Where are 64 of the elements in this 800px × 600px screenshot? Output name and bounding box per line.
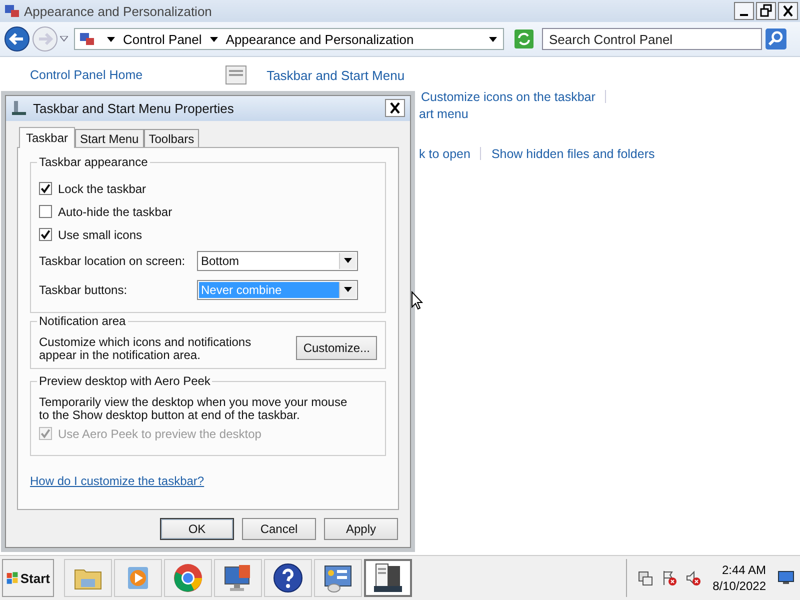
task-link[interactable]: Customize icons on the taskbar bbox=[421, 90, 596, 104]
checkbox[interactable] bbox=[39, 182, 52, 195]
dialog-button[interactable]: Cancel bbox=[242, 518, 316, 540]
category-link[interactable]: Taskbar and Start Menu bbox=[266, 68, 405, 82]
breadcrumb[interactable]: Appearance and Personalization bbox=[226, 32, 414, 46]
field-label: Taskbar location on screen: bbox=[39, 254, 186, 268]
dropdown-icon[interactable] bbox=[60, 36, 68, 42]
cursor-icon bbox=[411, 291, 423, 310]
dropdown[interactable]: Bottom bbox=[197, 250, 358, 270]
tab[interactable]: Taskbar bbox=[19, 127, 76, 148]
caret-icon[interactable] bbox=[344, 258, 352, 263]
close-icon[interactable] bbox=[778, 2, 798, 20]
sidebar-link[interactable]: Control Panel Home bbox=[30, 68, 143, 82]
taskbar-button[interactable] bbox=[264, 559, 312, 597]
back-icon[interactable] bbox=[4, 26, 30, 52]
search-icon[interactable] bbox=[765, 28, 787, 50]
help-link[interactable]: How do I customize the taskbar? bbox=[30, 474, 204, 488]
start-button[interactable]: Start bbox=[2, 559, 54, 597]
description-text: Temporarily view the desktop when you move your mouse to the Show desktop button at end of the taskbar. bbox=[39, 396, 348, 422]
restore-icon[interactable] bbox=[756, 2, 776, 20]
customize-button[interactable]: Customize... bbox=[296, 336, 377, 360]
checkbox-label: Auto-hide the taskbar bbox=[58, 204, 172, 218]
server-icon bbox=[372, 562, 404, 594]
caret-icon[interactable] bbox=[107, 36, 115, 42]
show-desktop-icon[interactable] bbox=[778, 571, 794, 585]
checkbox[interactable] bbox=[39, 205, 52, 218]
checkbox[interactable] bbox=[39, 228, 52, 241]
window-title: Appearance and Personalization bbox=[24, 4, 212, 18]
caret-icon[interactable] bbox=[344, 287, 352, 292]
tab[interactable]: Start Menu bbox=[75, 129, 144, 147]
group-title: Taskbar appearance bbox=[37, 155, 150, 169]
taskbar-button[interactable] bbox=[364, 559, 412, 597]
tab[interactable]: Toolbars bbox=[144, 129, 200, 147]
checkbox-label: Use Aero Peek to preview the desktop bbox=[58, 426, 262, 440]
task-link[interactable]: art menu bbox=[419, 106, 468, 120]
group-title: Preview desktop with Aero Peek bbox=[37, 374, 212, 388]
caret-icon[interactable] bbox=[210, 36, 218, 42]
minimize-icon[interactable] bbox=[734, 2, 754, 20]
refresh-icon[interactable] bbox=[514, 29, 534, 49]
speaker-muted-icon[interactable] bbox=[684, 570, 701, 586]
close-icon[interactable] bbox=[385, 99, 405, 117]
browser-icon bbox=[172, 562, 204, 594]
help-icon bbox=[272, 562, 304, 594]
task-link[interactable]: Show hidden files and folders bbox=[491, 146, 655, 160]
checkbox-label: Lock the taskbar bbox=[58, 182, 146, 196]
caret-icon[interactable] bbox=[489, 36, 497, 42]
search-field[interactable]: Search Control Panel bbox=[542, 28, 762, 50]
flag-icon[interactable] bbox=[660, 570, 677, 586]
dialog-button[interactable]: Apply bbox=[324, 518, 398, 540]
group-title: Notification area bbox=[37, 314, 128, 328]
field-label: Taskbar buttons: bbox=[39, 282, 128, 296]
task-link[interactable]: k to open bbox=[419, 146, 470, 160]
checkbox-label: Use small icons bbox=[58, 228, 142, 242]
description-text: Customize which icons and notifications appear in the notification area. bbox=[39, 336, 252, 362]
taskbar-button[interactable] bbox=[214, 559, 262, 597]
breadcrumb[interactable]: Control Panel bbox=[123, 32, 202, 46]
dialog-title: Taskbar and Start Menu Properties bbox=[33, 100, 234, 116]
clock-date[interactable]: 8/10/2022 bbox=[712, 578, 766, 594]
clock-time[interactable]: 2:44 AM bbox=[722, 562, 766, 578]
dialog-button[interactable]: OK bbox=[160, 518, 234, 540]
address-bar[interactable]: Control Panel Appearance and Personalization bbox=[74, 28, 504, 50]
network-icon[interactable] bbox=[636, 570, 653, 586]
four-squares-icon bbox=[6, 570, 20, 586]
taskbar-button[interactable] bbox=[314, 559, 362, 597]
